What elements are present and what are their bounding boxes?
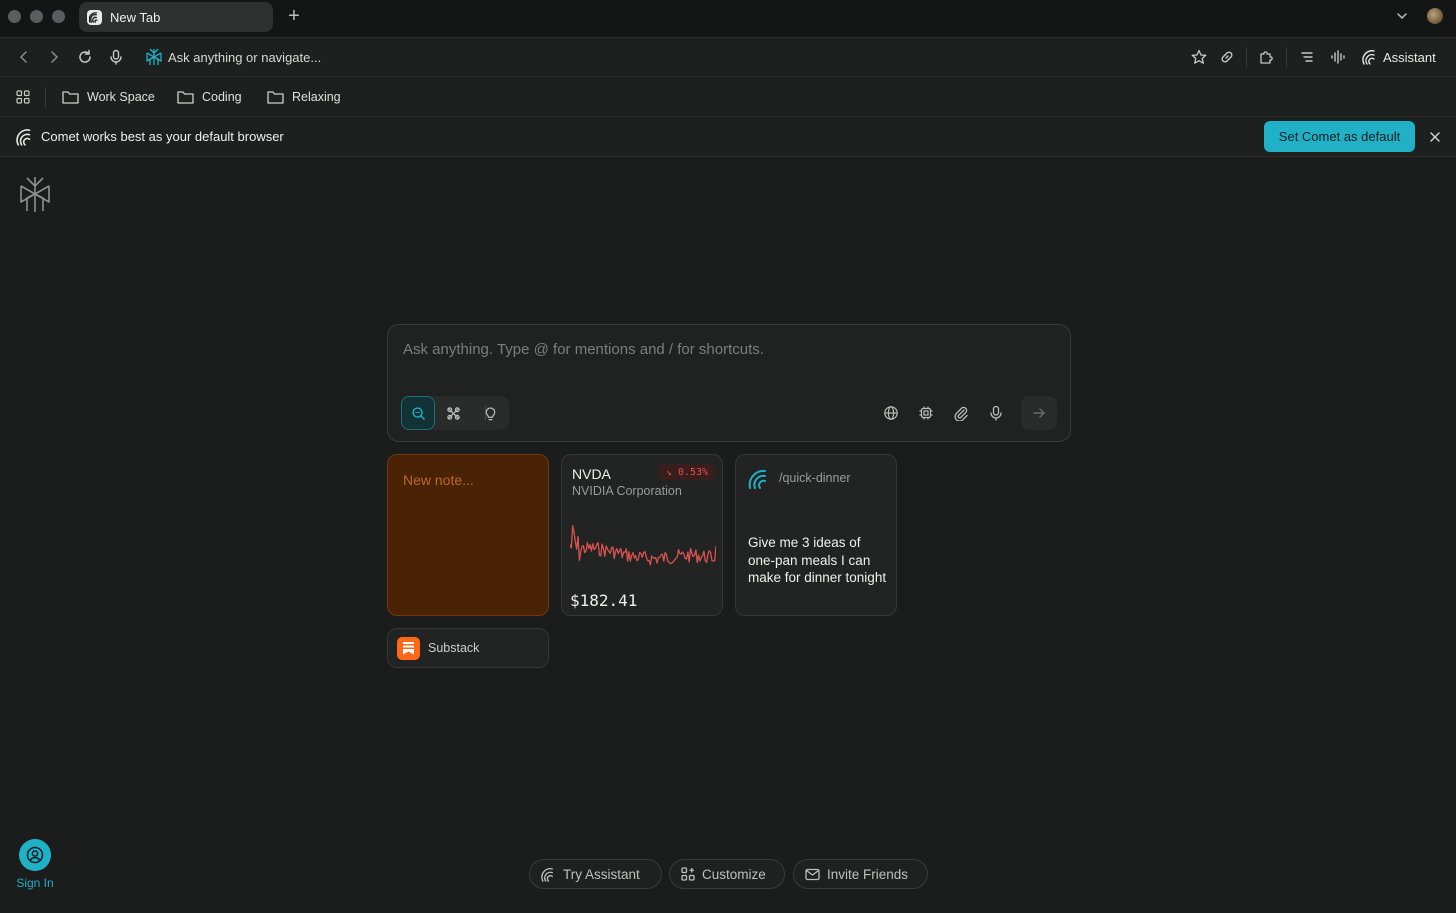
invite-friends-label: Invite Friends [827, 866, 909, 882]
stock-company: NVIDIA Corporation [572, 484, 682, 498]
shortcut-prompt-widget[interactable]: /quick-dinner Give me 3 ideas of one-pan… [735, 454, 897, 616]
bookmark-label: Relaxing [292, 90, 341, 104]
tab-strip: New Tab + [0, 0, 1456, 37]
perplexity-logo-icon [20, 177, 50, 212]
shortcut-prompt-text: Give me 3 ideas of one-pan meals I can m… [748, 535, 887, 585]
search-mode-button[interactable] [401, 396, 435, 430]
back-icon[interactable] [16, 49, 32, 65]
new-tab-button[interactable]: + [284, 6, 304, 26]
comet-shortcut-icon [748, 469, 766, 489]
apps-grid-icon[interactable] [16, 90, 30, 104]
comet-favicon-icon [87, 9, 102, 25]
substack-logo-icon [397, 636, 420, 660]
note-placeholder: New note... [403, 472, 474, 488]
divider [1286, 47, 1287, 67]
shortcut-label: Substack [428, 641, 480, 655]
lightbulb-icon [485, 406, 495, 420]
stock-sparkline [570, 525, 716, 566]
microphone-icon[interactable] [988, 405, 1004, 421]
reload-icon[interactable] [77, 49, 93, 65]
comet-logo-icon [16, 129, 31, 146]
divider [1246, 47, 1247, 67]
bookmark-label: Work Space [87, 90, 155, 104]
set-default-button[interactable]: Set Comet as default [1264, 121, 1415, 152]
profile-avatar[interactable] [1427, 8, 1443, 24]
banner-message: Comet works best as your default browser [41, 129, 284, 144]
comet-assistant-icon [541, 867, 553, 882]
link-icon[interactable] [1219, 49, 1235, 65]
mode-selector [401, 396, 509, 430]
shortcut-command: /quick-dinner [779, 471, 851, 485]
try-assistant-label: Try Assistant [563, 866, 640, 882]
stock-price: $182.41 [570, 591, 638, 610]
stock-change-badge: ↘ 0.53% [659, 464, 715, 480]
perplexity-logo-icon [146, 48, 162, 65]
sign-in-label: Sign In [16, 876, 54, 890]
shortcut-substack[interactable]: Substack [387, 628, 549, 668]
tab-new-tab[interactable]: New Tab [79, 2, 273, 32]
divider [45, 87, 46, 107]
navigation-bar: Ask anything or navigate... Assistant [0, 37, 1456, 77]
omnibox-input[interactable]: Ask anything or navigate... [168, 50, 321, 65]
microphone-icon[interactable] [108, 49, 124, 65]
bookmark-label: Coding [202, 90, 242, 104]
research-mode-button[interactable] [436, 396, 470, 430]
cpu-icon[interactable] [918, 405, 934, 421]
search-icon [411, 406, 425, 420]
ask-composer: Ask anything. Type @ for mentions and / … [387, 324, 1071, 442]
customize-grid-icon [681, 867, 695, 881]
voice-waveform-icon[interactable] [1330, 49, 1346, 65]
submit-button[interactable] [1021, 396, 1057, 430]
bookmarks-bar: Work Space Coding Relaxing [0, 77, 1456, 117]
research-icon [446, 406, 460, 420]
customize-button[interactable]: Customize [669, 859, 785, 889]
stock-widget[interactable]: NVDA NVIDIA Corporation ↘ 0.53% $182.41 [561, 454, 723, 616]
forward-icon[interactable] [46, 49, 62, 65]
default-browser-banner: Comet works best as your default browser… [0, 117, 1456, 157]
try-assistant-button[interactable]: Try Assistant [529, 859, 662, 889]
tab-title: New Tab [110, 9, 161, 25]
user-avatar-icon [19, 839, 51, 871]
arrow-right-icon [1033, 408, 1045, 418]
stock-ticker: NVDA [572, 466, 611, 482]
bookmark-star-icon[interactable] [1191, 49, 1207, 65]
note-widget[interactable]: New note... [387, 454, 549, 616]
close-icon[interactable] [1427, 129, 1443, 145]
bookmark-coding[interactable]: Coding [177, 88, 242, 106]
sign-in-button[interactable]: Sign In [8, 839, 62, 890]
menu-lines-icon[interactable] [1299, 49, 1315, 65]
folder-icon [267, 91, 284, 104]
bookmark-relaxing[interactable]: Relaxing [267, 88, 341, 106]
globe-icon[interactable] [883, 405, 899, 421]
extensions-icon[interactable] [1258, 49, 1274, 65]
customize-label: Customize [702, 866, 766, 882]
folder-icon [177, 91, 194, 104]
ask-input[interactable]: Ask anything. Type @ for mentions and / … [403, 341, 764, 358]
chevron-down-icon[interactable] [1394, 8, 1410, 24]
folder-icon [62, 91, 79, 104]
maximize-window-button[interactable] [52, 10, 65, 23]
minimize-window-button[interactable] [30, 10, 43, 23]
mail-icon [805, 868, 820, 880]
bookmark-work-space[interactable]: Work Space [62, 88, 155, 106]
labs-mode-button[interactable] [472, 396, 508, 430]
invite-friends-button[interactable]: Invite Friends [793, 859, 928, 889]
assistant-button[interactable]: Assistant [1383, 50, 1436, 65]
paperclip-icon[interactable] [953, 405, 969, 421]
comet-assistant-icon[interactable] [1362, 49, 1378, 65]
close-window-button[interactable] [8, 10, 21, 23]
